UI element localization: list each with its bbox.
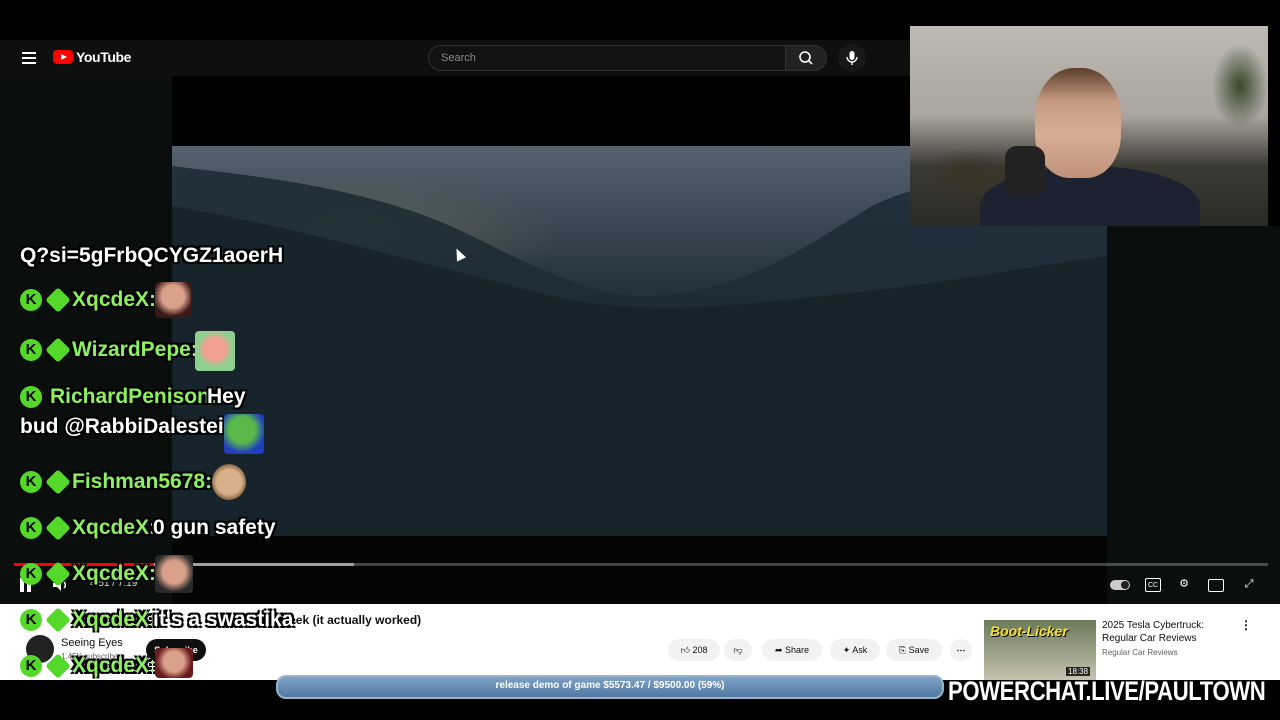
settings-gear-icon[interactable]: ⚙ [1175,577,1193,592]
chat-username: XqcdeX: [72,654,157,677]
theater-icon[interactable] [1208,579,1224,592]
chat-emote [224,414,264,454]
chat-username: XqcdeX: [72,288,157,311]
chat-emote [195,331,235,371]
like-count: 208 [692,645,708,655]
chat-message: Hey [207,385,246,408]
dislike-button[interactable]: 👎︎ [724,639,752,661]
ask-sparkle-icon: ✦ [842,645,853,655]
chat-badge-icon: K [20,563,42,585]
dislike-icon: 👎︎ [733,645,743,655]
youtube-wordmark[interactable]: YouTube [76,49,131,65]
chat-username: XqcdeX: [72,562,157,585]
chat-badge-icon: K [20,289,42,311]
chat-message: 0 gun safety [153,516,276,539]
menu-icon[interactable] [22,52,36,64]
search-button[interactable] [785,45,827,71]
share-label: Share [785,645,810,655]
save-button[interactable]: ⎘ Save [886,639,942,661]
save-label: Save [908,645,930,655]
chat-badge-icon: K [20,471,42,493]
chat-message-continued: bud @RabbiDalestein [20,415,237,438]
chat-message: it's a swastika [153,608,294,631]
thumbnail-label: Boot-Licker [990,623,1068,639]
chat-partial-line: Q?si=5gFrbQCYGZ1aoerH [20,244,284,267]
player-right-pillar [1107,226,1280,604]
player-controls-bg [172,536,1107,604]
channel-name[interactable]: Seeing Eyes [61,637,123,649]
voice-search-button[interactable] [838,44,866,72]
chat-badge-icon: K [20,655,42,677]
cc-icon[interactable]: CC [1145,578,1161,592]
search-box[interactable] [428,45,785,71]
donation-goal-text: release demo of game $5573.47 / $9500.00… [495,680,725,691]
video-duration: 18:38 [1066,667,1091,676]
stream-brand: POWERCHAT.LIVE/PAULTOWN [948,676,1266,706]
webcam-microphone [1005,146,1045,196]
fullscreen-icon[interactable]: ⤢ [1240,577,1258,592]
player-letterbox-top [172,76,910,146]
chat-username: XqcdeX: [72,516,157,539]
autoplay-toggle-icon[interactable] [1110,580,1130,590]
chat-badge-icon: K [20,386,42,408]
chat-emote [155,282,191,318]
ask-label: Ask [852,645,868,655]
more-dots-icon[interactable]: ⋯ [950,639,972,661]
webcam-person-head [1035,68,1121,178]
recommended-video-title[interactable]: 2025 Tesla Cybertruck: Regular Car Revie… [1102,619,1237,645]
chat-badge-icon: K [20,517,42,539]
chat-username: RichardPenison: [50,385,217,408]
search-input[interactable] [439,51,773,65]
recommendation-menu-icon[interactable]: ⋮ [1240,618,1252,632]
ask-button[interactable]: ✦ Ask [830,639,880,661]
webcam-overlay [910,26,1268,226]
save-bookmark-icon: ⎘ [898,645,909,655]
share-icon: ➦ [774,645,785,655]
chat-badge-icon: K [20,339,42,361]
chat-badge-icon: K [20,609,42,631]
search-icon [799,51,813,65]
youtube-logo-icon[interactable] [53,50,73,64]
chat-emote [155,555,193,593]
chat-emote [155,648,193,678]
chat-username: Fishman5678: [72,470,213,493]
recommended-channel[interactable]: Regular Car Reviews [1102,648,1178,657]
like-icon: 👍︎ [680,645,693,655]
video-title: Week (it actually worked) [278,613,422,627]
chat-emote [212,464,246,500]
chat-username: XqcdeX: [72,608,157,631]
chat-username: WizardPepe: [72,338,198,361]
like-button[interactable]: 👍︎ 208 [668,639,720,661]
share-button[interactable]: ➦ Share [762,639,822,661]
mic-icon [846,51,858,65]
